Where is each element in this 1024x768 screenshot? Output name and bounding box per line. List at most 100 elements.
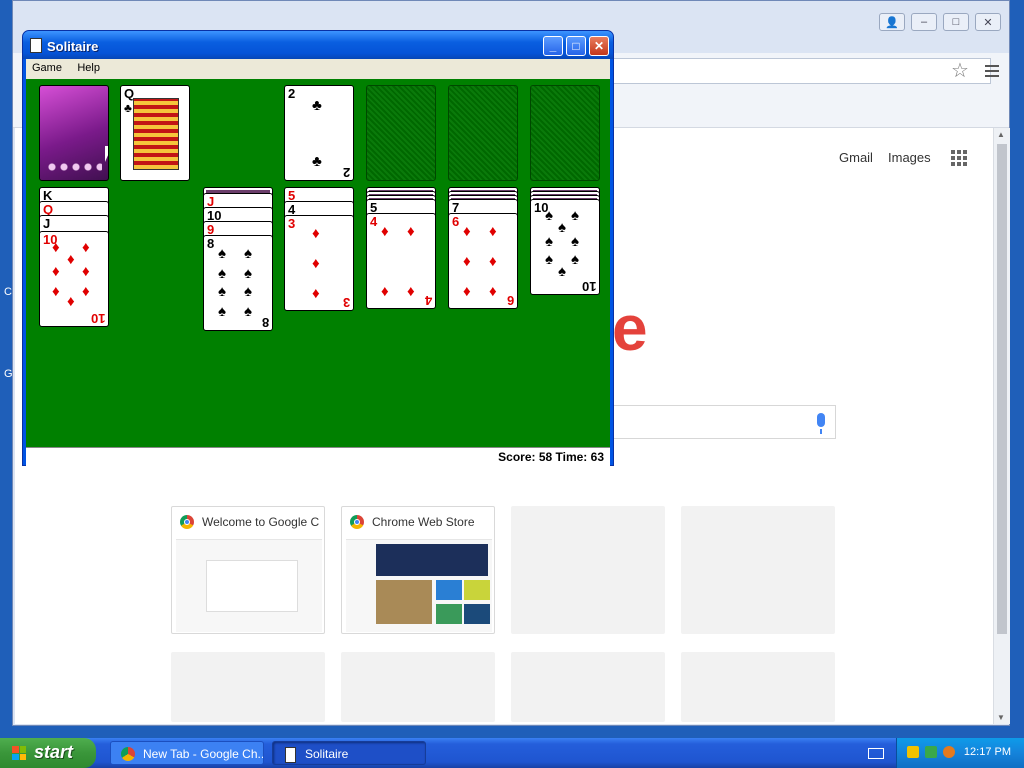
minimize-button[interactable]: _ [543, 36, 563, 56]
diamond-icon: ♦ [463, 223, 471, 240]
tableau-top-card[interactable]: 4 ♦ ♦ ♦ ♦ 4 [366, 213, 436, 309]
close-button[interactable]: ✕ [975, 13, 1001, 31]
search-tray-icon[interactable] [943, 746, 955, 758]
diamond-icon: ♦ [463, 283, 471, 300]
card-rank: 3 [342, 295, 350, 310]
tableau-top-card[interactable]: 6 ♦ ♦ ♦ ♦ ♦ ♦ 6 [448, 213, 518, 309]
spade-icon: ♠ [558, 219, 566, 236]
tile-title: Chrome Web Store [372, 515, 475, 529]
foundation-pile[interactable]: 2 ♣ ♣ 2 [284, 85, 354, 181]
profile-button[interactable]: 👤 [879, 13, 905, 31]
address-bar[interactable] [603, 58, 991, 84]
spade-icon: ♠ [558, 263, 566, 280]
keyboard-icon[interactable] [868, 748, 884, 759]
diamond-icon: ♦ [489, 283, 497, 300]
start-button[interactable]: start [0, 738, 96, 768]
card-rank: 4 [424, 293, 432, 308]
diamond-icon: ♦ [381, 283, 389, 300]
club-icon: ♣ [312, 153, 322, 170]
chrome-menu-icon[interactable] [985, 63, 999, 80]
taskbar-button-chrome[interactable]: New Tab - Google Ch... [110, 741, 264, 765]
chrome-favicon-icon [180, 515, 194, 529]
menu-bar: Game Help [26, 59, 610, 79]
most-visited-tile[interactable] [171, 652, 325, 722]
microphone-icon[interactable] [817, 413, 825, 434]
chrome-icon [121, 747, 135, 761]
spade-icon: ♠ [218, 303, 226, 320]
taskbar-button-solitaire[interactable]: Solitaire [272, 741, 426, 765]
vertical-scrollbar[interactable]: ▲ ▼ [993, 128, 1010, 724]
card-rank: 10 [90, 311, 105, 326]
most-visited-tile[interactable]: Chrome Web Store [341, 506, 495, 634]
card-rank: 10 [581, 279, 596, 294]
diamond-icon: ♦ [489, 253, 497, 270]
tableau-top-card[interactable]: 3 ♦ ♦ ♦ 3 [284, 215, 354, 311]
solitaire-title-bar[interactable]: Solitaire _ □ ✕ [23, 31, 613, 59]
most-visited-tile[interactable] [511, 506, 665, 634]
google-logo: e [612, 292, 648, 364]
mouse-cursor-icon [105, 146, 108, 162]
spade-icon: ♠ [218, 265, 226, 282]
foundation-pile-empty[interactable] [448, 85, 518, 181]
spade-icon: ♠ [218, 283, 226, 300]
waste-pile-card[interactable]: Q ♣ [120, 85, 190, 181]
security-shield-icon[interactable] [907, 746, 919, 758]
most-visited-tile[interactable] [511, 652, 665, 722]
foundation-pile-empty[interactable] [366, 85, 436, 181]
diamond-icon: ♦ [67, 251, 75, 268]
menu-game[interactable]: Game [26, 59, 68, 74]
chrome-window-controls: 👤 – □ ✕ [879, 13, 1001, 31]
scroll-up-icon[interactable]: ▲ [997, 130, 1005, 139]
gmail-link[interactable]: Gmail [839, 150, 873, 165]
minimize-button[interactable]: – [911, 13, 937, 31]
most-visited-tile[interactable]: Welcome to Google C [171, 506, 325, 634]
club-icon: ♣ [124, 101, 132, 115]
card-rank: 8 [261, 315, 269, 330]
solitaire-app-icon[interactable] [30, 38, 42, 53]
tableau-top-card[interactable]: 8 ♠ ♠ ♠ ♠ ♠ ♠ ♠ ♠ 8 [203, 235, 273, 331]
tableau-top-card[interactable]: 10 ♠ ♠ ♠ ♠ ♠ ♠ ♠ ♠ 10 [530, 199, 600, 295]
diamond-icon: ♦ [381, 223, 389, 240]
menu-help[interactable]: Help [71, 59, 106, 74]
solitaire-window: Solitaire _ □ ✕ Game Help Q ♣ 2 ♣ ♣ 2 K … [22, 30, 614, 466]
foundation-pile-empty[interactable] [530, 85, 600, 181]
game-table: Q ♣ 2 ♣ ♣ 2 K Q J 10 ♦ ♦ ♦ ♦ ♦ ♦ ♦ ♦ 10 [26, 79, 610, 447]
spade-icon: ♠ [244, 283, 252, 300]
diamond-icon: ♦ [52, 239, 60, 256]
taskbar-button-label: New Tab - Google Ch... [143, 747, 264, 761]
maximize-button[interactable]: □ [943, 13, 969, 31]
score-time-status: Score: 58 Time: 63 [498, 450, 604, 464]
most-visited-tile[interactable] [681, 506, 835, 634]
spade-icon: ♠ [244, 245, 252, 262]
spade-icon: ♠ [244, 265, 252, 282]
stock-pile[interactable] [39, 85, 109, 181]
most-visited-tile[interactable] [681, 652, 835, 722]
scrollbar-thumb[interactable] [997, 144, 1007, 634]
solitaire-icon [285, 747, 296, 763]
close-button[interactable]: ✕ [589, 36, 609, 56]
card-rank: 8 [207, 236, 215, 251]
diamond-icon: ♦ [52, 263, 60, 280]
spade-icon: ♠ [545, 233, 553, 250]
card-rank: 6 [452, 214, 460, 229]
maximize-button[interactable]: □ [566, 36, 586, 56]
scroll-down-icon[interactable]: ▼ [997, 713, 1005, 722]
images-link[interactable]: Images [888, 150, 931, 165]
diamond-icon: ♦ [67, 293, 75, 310]
google-search-box[interactable] [600, 405, 836, 439]
bookmark-star-icon[interactable]: ☆ [951, 61, 969, 81]
card-rank: 2 [342, 165, 350, 180]
diamond-icon: ♦ [489, 223, 497, 240]
most-visited-tile[interactable] [341, 652, 495, 722]
spade-icon: ♠ [571, 251, 579, 268]
tile-thumbnail [346, 539, 492, 632]
apps-grid-icon[interactable] [951, 150, 967, 166]
card-rank: 4 [370, 214, 378, 229]
taskbar-clock[interactable]: 12:17 PM [964, 746, 1011, 758]
network-icon[interactable] [925, 746, 937, 758]
club-icon: ♣ [312, 97, 322, 114]
tableau-top-card[interactable]: 10 ♦ ♦ ♦ ♦ ♦ ♦ ♦ ♦ 10 [39, 231, 109, 327]
card-rank: 6 [506, 293, 514, 308]
card-rank: 2 [288, 86, 296, 101]
diamond-icon: ♦ [312, 255, 320, 272]
